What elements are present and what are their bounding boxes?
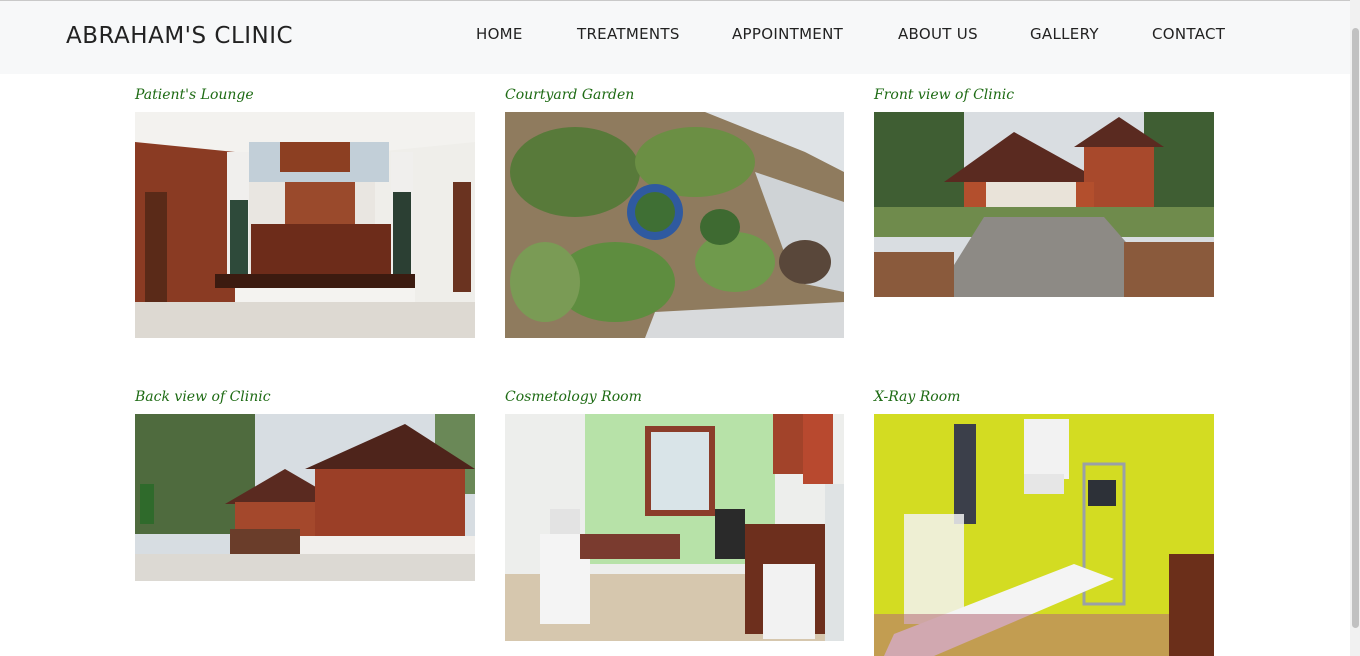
nav-contact[interactable]: CONTACT (1152, 25, 1225, 43)
scrollbar-thumb[interactable] (1352, 28, 1359, 628)
nav-gallery[interactable]: GALLERY (1030, 25, 1099, 43)
gallery-caption: Cosmetology Room (505, 389, 642, 405)
gallery-image-cosmetology-room[interactable] (505, 414, 844, 641)
navbar: ABRAHAM'S CLINIC HOME TREATMENTS APPOINT… (0, 1, 1350, 74)
gallery-image-courtyard-garden[interactable] (505, 112, 844, 338)
gallery-image-x-ray-room[interactable] (874, 414, 1214, 656)
nav-about-us[interactable]: ABOUT US (898, 25, 978, 43)
gallery-image-back-view[interactable] (135, 414, 475, 581)
nav-home[interactable]: HOME (476, 25, 523, 43)
gallery-caption: Patient's Lounge (135, 87, 254, 103)
gallery-caption: X-Ray Room (874, 389, 961, 405)
gallery-caption: Courtyard Garden (505, 87, 635, 103)
gallery-image-patients-lounge[interactable] (135, 112, 475, 338)
brand-logo[interactable]: ABRAHAM'S CLINIC (66, 23, 293, 49)
nav-appointment[interactable]: APPOINTMENT (732, 25, 843, 43)
gallery-caption: Front view of Clinic (874, 87, 1015, 103)
gallery-image-front-view[interactable] (874, 112, 1214, 297)
nav-treatments[interactable]: TREATMENTS (577, 25, 680, 43)
gallery-caption: Back view of Clinic (135, 389, 271, 405)
